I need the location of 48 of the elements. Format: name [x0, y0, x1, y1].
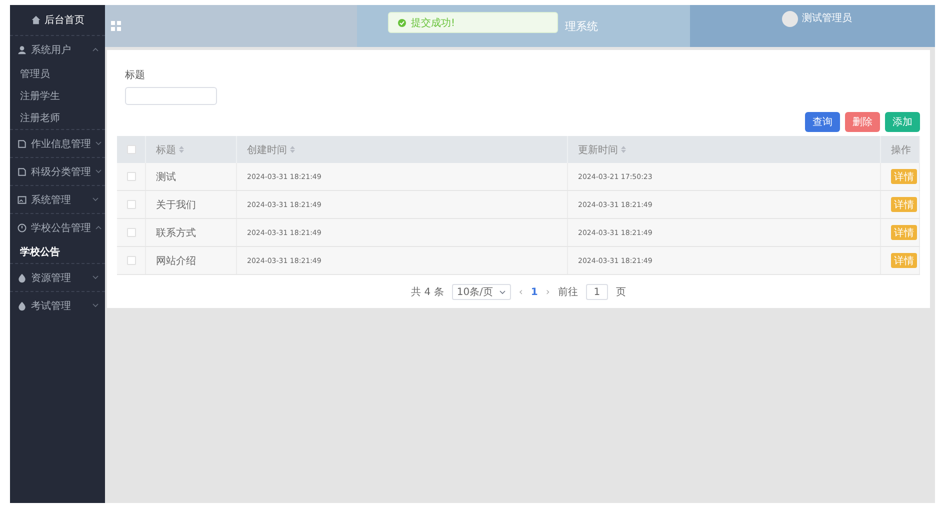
submenu-item[interactable]: 注册老师: [10, 107, 105, 129]
menu-icon: [17, 300, 27, 310]
page-suffix: 页: [616, 286, 626, 299]
toast-message: 提交成功!: [411, 16, 456, 30]
column-header: 操作: [880, 136, 920, 163]
table-cell: 联系方式: [146, 218, 236, 246]
row-checkbox[interactable]: [127, 256, 136, 265]
row-checkbox[interactable]: [127, 200, 136, 209]
app-title: 理系统: [565, 18, 598, 34]
search-label: 标题: [125, 68, 146, 82]
home-menu-item[interactable]: 后台首页: [10, 5, 105, 35]
chevron-icon: [92, 197, 99, 202]
table-cell: 网站介绍: [146, 246, 236, 274]
total-count: 共 4 条: [411, 286, 444, 299]
menu-icon: [17, 194, 27, 204]
chevron-icon: [92, 303, 99, 308]
avatar[interactable]: [782, 11, 798, 27]
goto-label: 前往: [558, 286, 578, 299]
sort-icon[interactable]: [621, 146, 626, 154]
submenu-item[interactable]: 注册学生: [10, 85, 105, 107]
select-all-checkbox[interactable]: [127, 145, 136, 154]
page-size-select[interactable]: 10条/页: [452, 284, 511, 300]
chevron-icon: [92, 275, 99, 280]
chevron-icon: [95, 141, 102, 146]
row-checkbox[interactable]: [127, 172, 136, 181]
chevron-icon: [95, 225, 102, 230]
grid-menu-icon[interactable]: [111, 21, 121, 31]
chevron-icon: [95, 169, 102, 174]
home-icon: [30, 15, 40, 25]
check-circle-icon: [398, 18, 406, 26]
chevron-icon: [498, 290, 506, 294]
sort-icon[interactable]: [179, 146, 184, 154]
title-search-field[interactable]: [125, 87, 217, 105]
row-checkbox[interactable]: [127, 228, 136, 237]
table-cell: 关于我们: [146, 190, 236, 218]
page-number[interactable]: 1: [530, 286, 538, 298]
menu-icon: [17, 222, 27, 232]
chevron-icon: [92, 47, 99, 52]
action-button[interactable]: 查询: [805, 112, 840, 132]
menu-icon: [17, 166, 27, 176]
goto-page-field[interactable]: 1: [586, 284, 608, 300]
sort-icon[interactable]: [290, 146, 295, 154]
submenu-item[interactable]: 管理员: [10, 63, 105, 85]
menu-icon: [17, 138, 27, 148]
submenu-item[interactable]: 学校公告: [10, 241, 105, 263]
menu-icon: [17, 272, 27, 282]
menu-icon: [17, 44, 27, 54]
table-cell: 测试: [146, 163, 236, 190]
